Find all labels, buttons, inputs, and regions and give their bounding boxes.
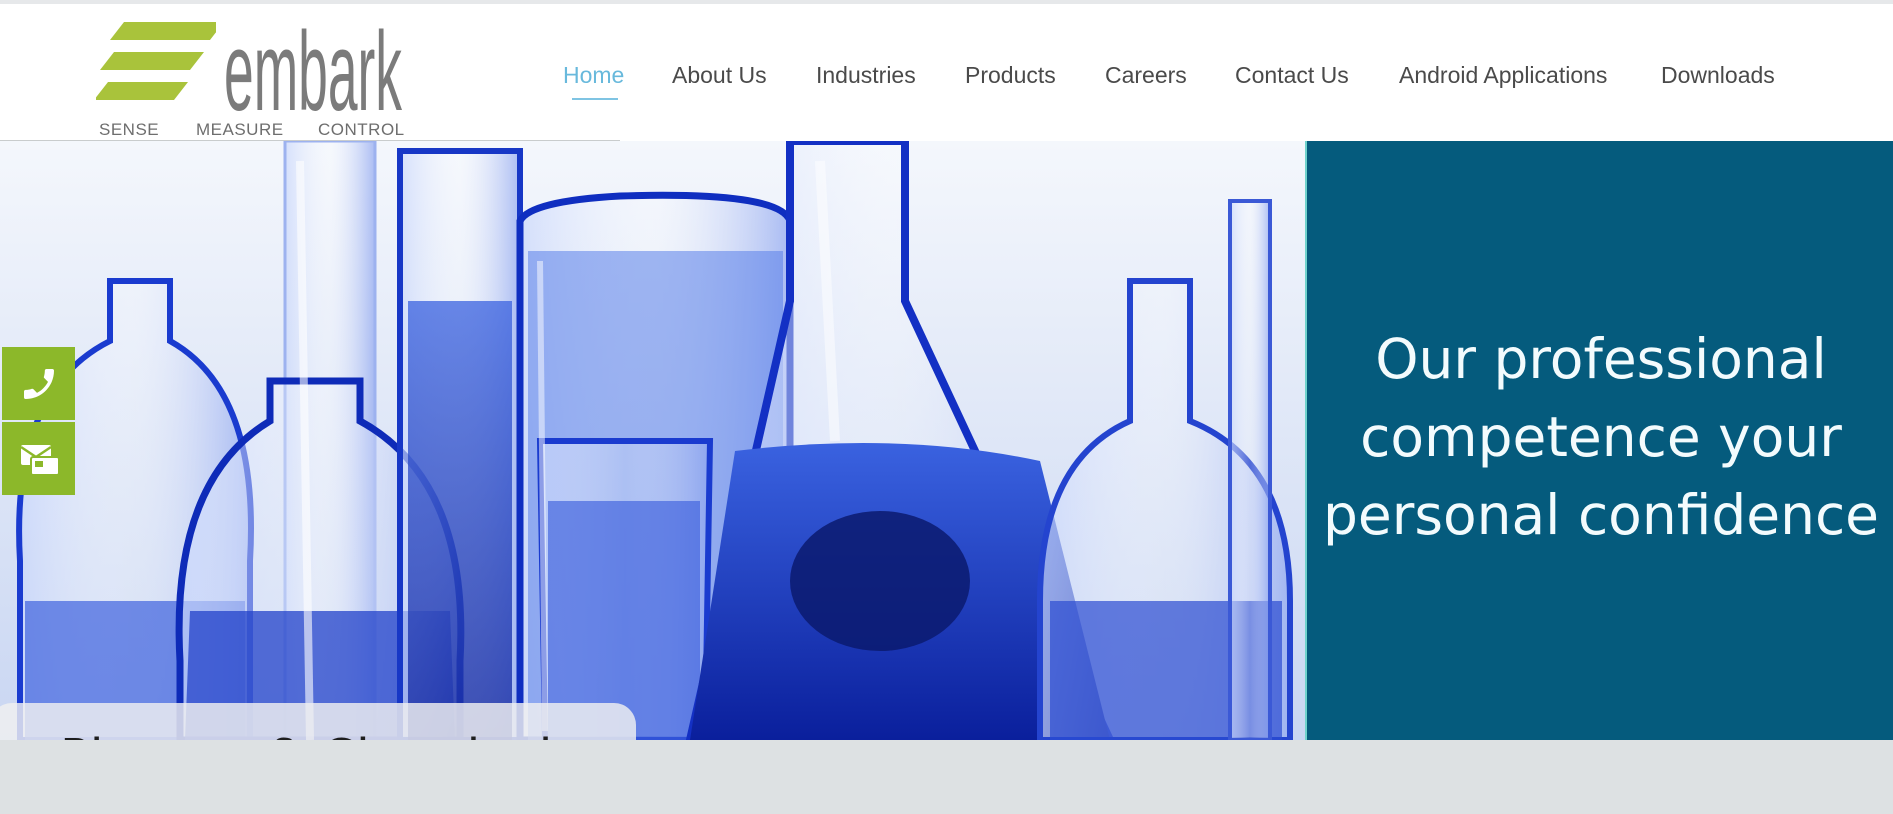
mail-button[interactable]: [2, 422, 75, 495]
slide-caption: Pharma & Chemical: [60, 729, 553, 740]
footer-band: [0, 740, 1893, 814]
nav-android-applications[interactable]: Android Applications: [1399, 62, 1607, 89]
site-header: embark SENSE MEASURE CONTROL Home About …: [0, 4, 1893, 141]
nav-products[interactable]: Products: [965, 62, 1056, 89]
tagline-measure: MEASURE: [196, 120, 284, 139]
nav-active-indicator: [572, 98, 618, 100]
nav-downloads[interactable]: Downloads: [1661, 62, 1775, 89]
nav-industries[interactable]: Industries: [816, 62, 916, 89]
nav-home[interactable]: Home: [563, 62, 624, 89]
hero-slider[interactable]: Pharma & Chemical: [0, 141, 1306, 740]
nav-about-us[interactable]: About Us: [672, 62, 767, 89]
phone-icon: [23, 368, 54, 399]
panel-line-3: personal confidence: [1322, 483, 1880, 547]
panel-line-1: Our professional: [1375, 327, 1827, 391]
nav-careers[interactable]: Careers: [1105, 62, 1187, 89]
phone-button[interactable]: [2, 347, 75, 420]
tagline-panel: Our professional competence your persona…: [1305, 141, 1893, 740]
lab-glassware-image: [0, 141, 1306, 740]
nav-contact-us[interactable]: Contact Us: [1235, 62, 1349, 89]
panel-line-2: competence your: [1360, 405, 1842, 469]
main-nav: Home About Us Industries Products Career…: [0, 62, 1893, 92]
mail-icon: [19, 444, 60, 476]
tagline-sense: SENSE: [99, 120, 160, 139]
tagline-control: CONTROL: [318, 120, 405, 139]
